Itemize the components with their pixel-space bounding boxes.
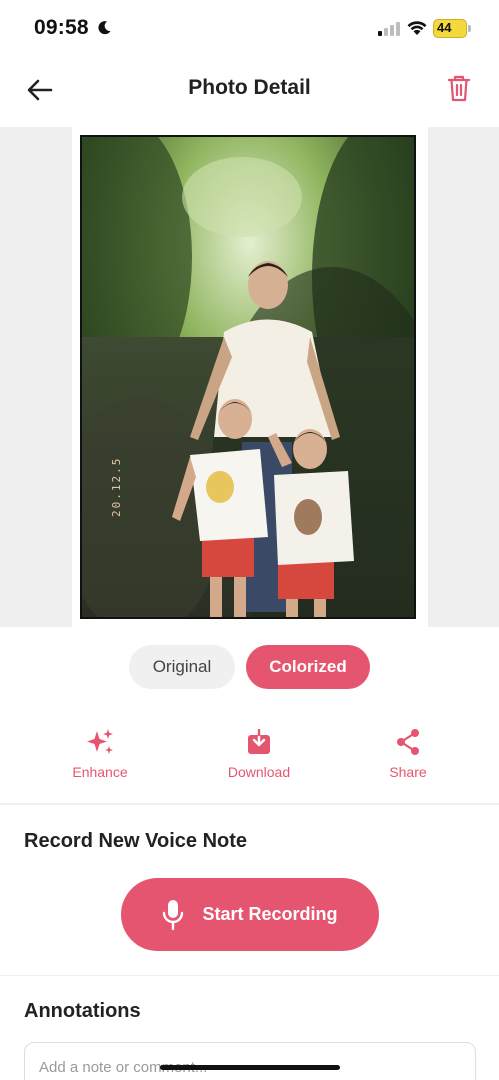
enhance-label: Enhance	[72, 764, 128, 780]
share-icon	[397, 729, 419, 755]
download-label: Download	[227, 764, 291, 780]
moon-icon	[98, 21, 111, 35]
share-label: Share	[389, 764, 427, 780]
annotation-input[interactable]	[24, 1042, 476, 1080]
wifi-icon	[407, 21, 427, 35]
photo-viewer: 20.12.5	[0, 127, 499, 627]
share-button[interactable]: Share	[353, 726, 463, 780]
toggle-colorized-button[interactable]: Colorized	[246, 645, 370, 689]
action-bar: Enhance Download Share	[0, 726, 499, 786]
enhance-button[interactable]: Enhance	[45, 726, 155, 780]
start-recording-label: Start Recording	[202, 904, 338, 924]
photo-image	[82, 137, 414, 617]
cellular-signal-icon	[378, 22, 400, 36]
download-button[interactable]: Download	[204, 726, 314, 780]
photo-frame: 20.12.5	[72, 127, 428, 627]
view-toggle: Original Colorized	[0, 645, 499, 689]
download-icon	[248, 729, 270, 754]
trash-icon	[447, 75, 471, 102]
annotations-heading: Annotations	[24, 1000, 141, 1022]
delete-button[interactable]	[441, 70, 477, 106]
sparkles-icon	[87, 729, 113, 754]
status-bar: 09:58 44	[0, 0, 499, 58]
app-header: Photo Detail	[0, 58, 499, 126]
photo-date-stamp: 20.12.5	[110, 456, 123, 517]
section-divider	[0, 803, 499, 805]
microphone-icon	[163, 899, 184, 930]
battery-cap	[468, 25, 471, 32]
colorized-photo[interactable]: 20.12.5	[80, 135, 416, 619]
section-divider	[0, 975, 499, 976]
battery-level: 44	[437, 20, 452, 35]
page-title: Photo Detail	[188, 76, 311, 99]
start-recording-button[interactable]: Start Recording	[121, 878, 379, 951]
voice-note-heading: Record New Voice Note	[24, 830, 248, 852]
status-time: 09:58	[34, 16, 89, 39]
home-indicator	[160, 1065, 340, 1070]
toggle-original-button[interactable]: Original	[129, 645, 235, 689]
